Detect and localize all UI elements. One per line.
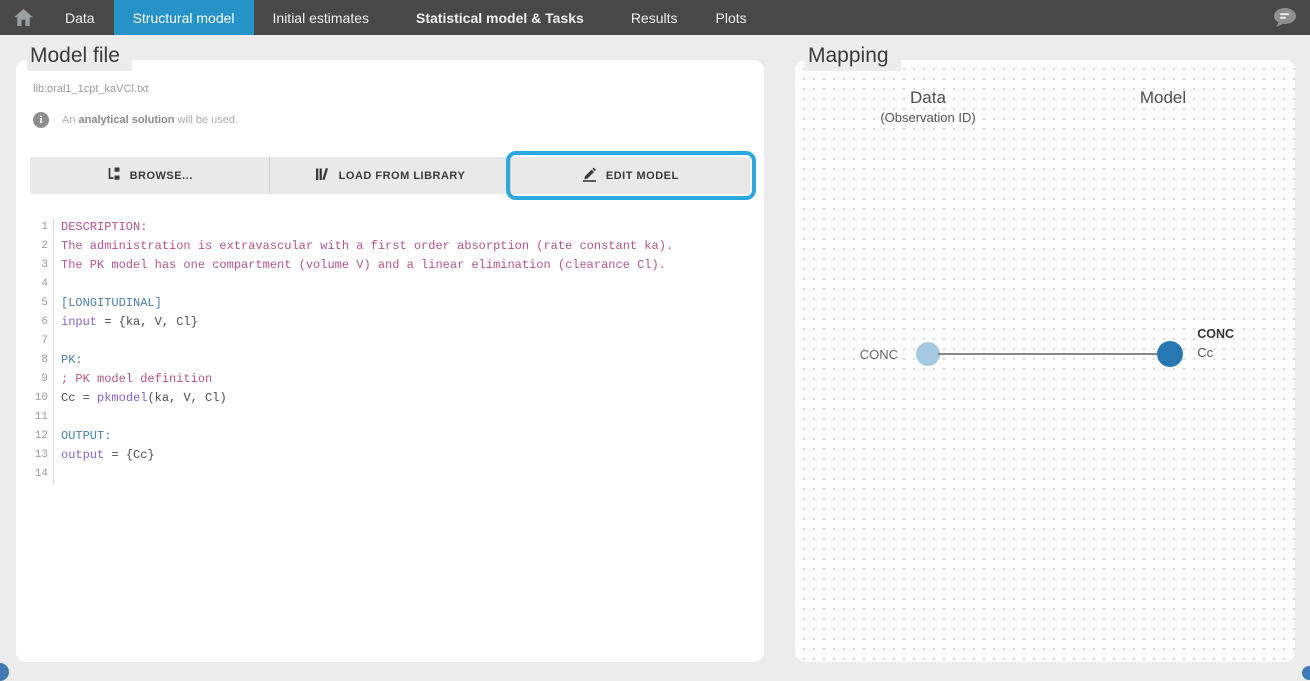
- line-number: 7: [30, 332, 54, 351]
- tab-statistical-model-tasks[interactable]: Statistical model & Tasks: [397, 0, 603, 35]
- code-line: 6input = {ka, V, Cl}: [30, 313, 752, 332]
- mapping-connector-line: [938, 353, 1159, 355]
- line-number: 13: [30, 446, 54, 465]
- chat-bubble-icon[interactable]: [1272, 0, 1310, 35]
- edit-model-button[interactable]: EDIT MODEL: [511, 157, 750, 194]
- code-line: 14: [30, 465, 752, 484]
- mapping-model-name: CONC: [1197, 327, 1234, 341]
- tab-results[interactable]: Results: [612, 0, 697, 35]
- line-number: 6: [30, 313, 54, 332]
- mapping-title: Mapping: [805, 44, 901, 71]
- mapping-model-output: Cc: [1197, 345, 1234, 360]
- top-navbar: Data Structural model Initial estimates …: [0, 0, 1310, 35]
- code-line: 8PK:: [30, 351, 752, 370]
- model-file-actions: BROWSE... LOAD FROM LIBRARY: [30, 157, 750, 194]
- model-file-panel: lib:oral1_1cpt_kaVCl.txt i An analytical…: [16, 60, 764, 662]
- browse-button[interactable]: BROWSE...: [30, 157, 270, 194]
- browse-button-label: BROWSE...: [130, 170, 193, 182]
- code-line: 13output = {Cc}: [30, 446, 752, 465]
- edit-model-button-label: EDIT MODEL: [606, 170, 679, 182]
- bottom-right-corner-fragment: [1302, 666, 1310, 680]
- line-number: 5: [30, 294, 54, 313]
- line-number: 3: [30, 256, 54, 275]
- line-number: 11: [30, 408, 54, 427]
- line-number: 4: [30, 275, 54, 294]
- info-icon: i: [33, 112, 49, 128]
- library-icon: [315, 167, 330, 184]
- code-line: 4: [30, 275, 752, 294]
- mapping-data-label: CONC: [840, 347, 898, 362]
- tab-initial-estimates[interactable]: Initial estimates: [254, 0, 388, 35]
- code-line: 3The PK model has one compartment (volum…: [30, 256, 752, 275]
- load-from-library-button[interactable]: LOAD FROM LIBRARY: [270, 157, 510, 194]
- model-file-title: Model file: [27, 44, 132, 71]
- line-number: 1: [30, 218, 54, 237]
- info-note-text: An analytical solution will be used.: [62, 114, 238, 126]
- mapping-panel: Data (Observation ID) Model CONC CONC Cc: [795, 60, 1295, 662]
- tab-data[interactable]: Data: [46, 0, 114, 35]
- model-code-editor[interactable]: 1DESCRIPTION:2The administration is extr…: [30, 218, 752, 648]
- line-number: 10: [30, 389, 54, 408]
- tab-plots[interactable]: Plots: [697, 0, 766, 35]
- line-number: 14: [30, 465, 54, 484]
- line-number: 12: [30, 427, 54, 446]
- browse-icon: [107, 167, 121, 184]
- model-file-path: lib:oral1_1cpt_kaVCl.txt: [33, 83, 149, 95]
- mapping-model-header: Model: [1108, 88, 1218, 108]
- mapping-data-endpoint[interactable]: [916, 342, 940, 366]
- mapping-model-endpoint[interactable]: [1157, 341, 1183, 367]
- code-line: 5[LONGITUDINAL]: [30, 294, 752, 313]
- home-icon[interactable]: [0, 0, 46, 35]
- mapping-row-conc: CONC CONC Cc: [840, 324, 1234, 384]
- code-line: 1DESCRIPTION:: [30, 218, 752, 237]
- code-line: 2The administration is extravascular wit…: [30, 237, 752, 256]
- code-line: 9; PK model definition: [30, 370, 752, 389]
- analytical-solution-note: i An analytical solution will be used.: [33, 112, 238, 128]
- line-number: 8: [30, 351, 54, 370]
- bottom-left-corner-fragment: [0, 663, 9, 681]
- mapping-data-header: Data: [873, 88, 983, 108]
- code-line: 10Cc = pkmodel(ka, V, Cl): [30, 389, 752, 408]
- edit-pencil-icon: [582, 167, 597, 185]
- code-line: 11: [30, 408, 752, 427]
- load-from-library-button-label: LOAD FROM LIBRARY: [339, 170, 466, 182]
- tab-structural-model[interactable]: Structural model: [114, 0, 254, 35]
- mapping-model-labels: CONC Cc: [1197, 327, 1234, 360]
- code-line: 12OUTPUT:: [30, 427, 752, 446]
- code-line: 7: [30, 332, 752, 351]
- line-number: 2: [30, 237, 54, 256]
- mapping-data-subheader: (Observation ID): [843, 110, 1013, 125]
- line-number: 9: [30, 370, 54, 389]
